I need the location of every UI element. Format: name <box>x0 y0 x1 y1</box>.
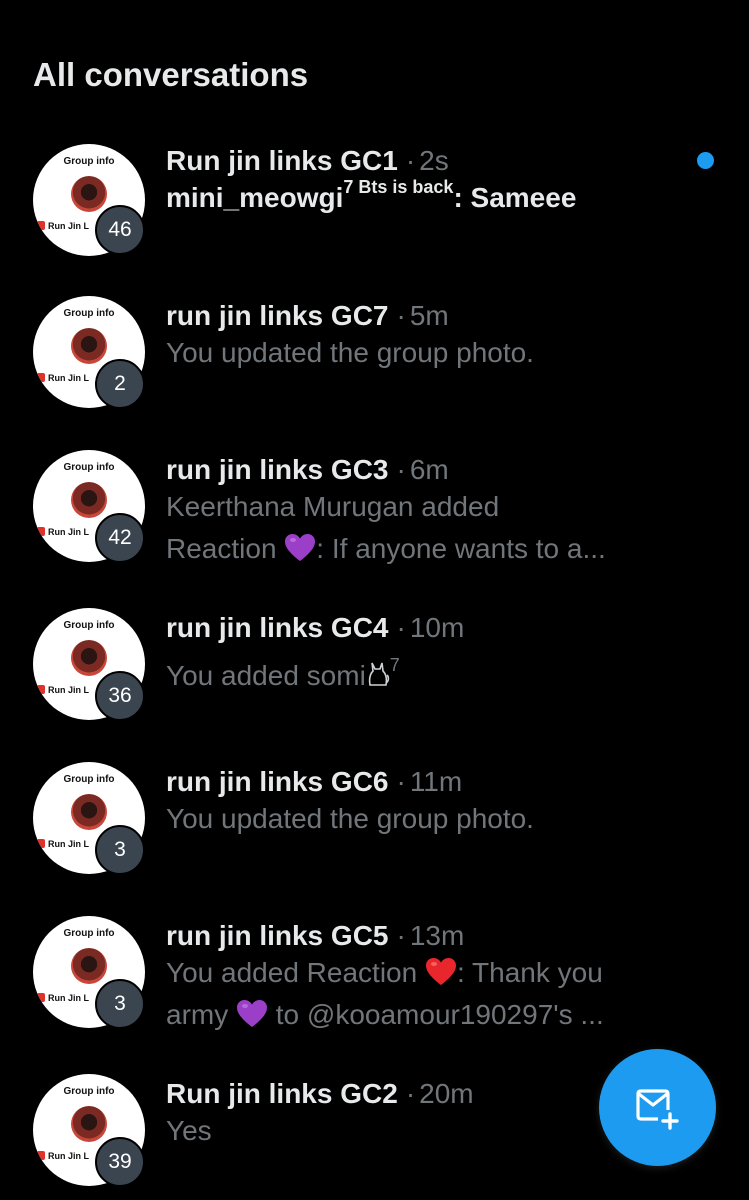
conversation-time: 20m <box>419 1078 474 1109</box>
avatar-label: Run Jin L <box>48 527 89 537</box>
separator-dot: · <box>405 1078 416 1109</box>
last-message: You added somi 7 <box>166 655 400 697</box>
unread-count-badge: 39 <box>95 1137 145 1187</box>
avatar-photo <box>71 328 107 364</box>
conversation-time: 6m <box>409 454 449 485</box>
message-text: : Thank you <box>456 957 603 988</box>
message-superscript: 7 <box>389 655 400 675</box>
avatar-logo-icon <box>37 221 45 230</box>
last-message: You updated the group photo. <box>166 803 534 834</box>
avatar-label: Run Jin L <box>48 1151 89 1161</box>
conversation-time: 2s <box>419 145 449 176</box>
last-message-line-1: You added Reaction : Thank you <box>166 952 603 994</box>
avatar-label: Run Jin L <box>48 685 89 695</box>
purple-heart-emoji-icon <box>285 534 316 561</box>
avatar-group-info-text: Group info <box>63 156 115 167</box>
conversation-row[interactable]: Group info Run Jin L 36 run jin links GC… <box>0 606 749 756</box>
last-message-line-2: Reaction : If anyone wants to a... <box>166 528 606 570</box>
avatar-logo-icon <box>37 373 45 382</box>
unread-count-badge: 46 <box>95 205 145 255</box>
avatar-group-info-text: Group info <box>63 774 115 785</box>
avatar-logo-icon <box>37 993 45 1002</box>
avatar-group-info-text: Group info <box>63 620 115 631</box>
avatar-logo-icon <box>37 685 45 694</box>
conversation-time: 10m <box>409 612 465 643</box>
conversation-row[interactable]: Group info Run Jin L 3 run jin links GC5… <box>0 914 749 1064</box>
message-text: : Sameee <box>453 182 577 213</box>
message-text: Reaction <box>166 533 285 564</box>
avatar-label: Run Jin L <box>48 993 89 1003</box>
avatar-group-info-text: Group info <box>63 1086 115 1097</box>
message-text: army <box>166 999 236 1030</box>
avatar-photo <box>71 640 107 676</box>
last-message: Yes <box>166 1115 212 1146</box>
cat-emoji-icon <box>368 662 389 686</box>
sender-superscript: 7 Bts is back <box>343 177 454 197</box>
conversation-row[interactable]: Group info Run Jin L 46 Run jin links GC… <box>0 140 749 290</box>
conversation-row[interactable]: Group info Run Jin L 3 run jin links GC6… <box>0 760 749 910</box>
conversation-time: 5m <box>409 300 449 331</box>
purple-heart-emoji-icon <box>237 1000 267 1027</box>
avatar-logo-icon <box>37 1151 45 1160</box>
conversation-time: 11m <box>409 766 463 797</box>
page-title: All conversations <box>33 56 309 93</box>
avatar-photo <box>71 794 107 830</box>
last-message: mini_meowgi7 Bts is back: Sameee <box>166 177 576 219</box>
avatar-label: Run Jin L <box>48 839 89 849</box>
unread-count-badge: 3 <box>95 825 145 875</box>
separator-dot: · <box>396 300 406 331</box>
conversations-screen: All conversations Group info Run Jin L 4… <box>0 0 749 1200</box>
conversation-name: run jin links GC7 <box>166 300 389 331</box>
separator-dot: · <box>396 454 406 485</box>
unread-count-badge: 2 <box>95 359 145 409</box>
avatar-group-info-text: Group info <box>63 462 115 473</box>
message-text: You added Reaction <box>166 957 425 988</box>
avatar-photo <box>71 482 107 518</box>
red-heart-emoji-icon <box>425 958 456 985</box>
conversation-name: run jin links GC4 <box>166 612 389 643</box>
separator-dot: · <box>396 612 406 643</box>
unread-count-badge: 3 <box>95 979 145 1029</box>
separator-dot: · <box>405 145 416 176</box>
conversation-row[interactable]: Group info Run Jin L 2 run jin links GC7… <box>0 294 749 444</box>
conversation-name: Run jin links GC1 <box>166 145 398 176</box>
conversation-time: 13m <box>409 920 465 951</box>
unread-count-badge: 42 <box>95 513 145 563</box>
conversation-name: run jin links GC5 <box>166 920 389 951</box>
last-message: You updated the group photo. <box>166 337 534 368</box>
avatar-group-info-text: Group info <box>63 308 115 319</box>
avatar-photo <box>71 176 107 212</box>
message-text: You added somi <box>166 660 366 691</box>
message-sender: mini_meowgi <box>166 182 344 213</box>
message-text: : If anyone wants to a... <box>316 533 606 564</box>
avatar-photo <box>71 948 107 984</box>
avatar-photo <box>71 1106 107 1142</box>
avatar-label: Run Jin L <box>48 221 89 231</box>
conversation-name: run jin links GC6 <box>166 766 389 797</box>
conversation-name: Run jin links GC2 <box>166 1078 398 1109</box>
avatar-logo-icon <box>37 527 45 536</box>
new-message-icon <box>636 1089 679 1130</box>
new-message-button[interactable] <box>599 1049 716 1166</box>
separator-dot: · <box>396 766 406 797</box>
avatar-label: Run Jin L <box>48 373 89 383</box>
message-text: to @kooamour190297's ... <box>268 999 604 1030</box>
avatar-logo-icon <box>37 839 45 848</box>
conversation-row[interactable]: Group info Run Jin L 42 run jin links GC… <box>0 448 749 598</box>
last-message-line-1: Keerthana Murugan added <box>166 491 500 522</box>
conversation-name: run jin links GC3 <box>166 454 389 485</box>
last-message-line-2: army to @kooamour190297's ... <box>166 994 604 1036</box>
unread-dot <box>697 152 714 169</box>
avatar-group-info-text: Group info <box>63 928 115 939</box>
unread-count-badge: 36 <box>95 671 145 721</box>
separator-dot: · <box>396 920 406 951</box>
